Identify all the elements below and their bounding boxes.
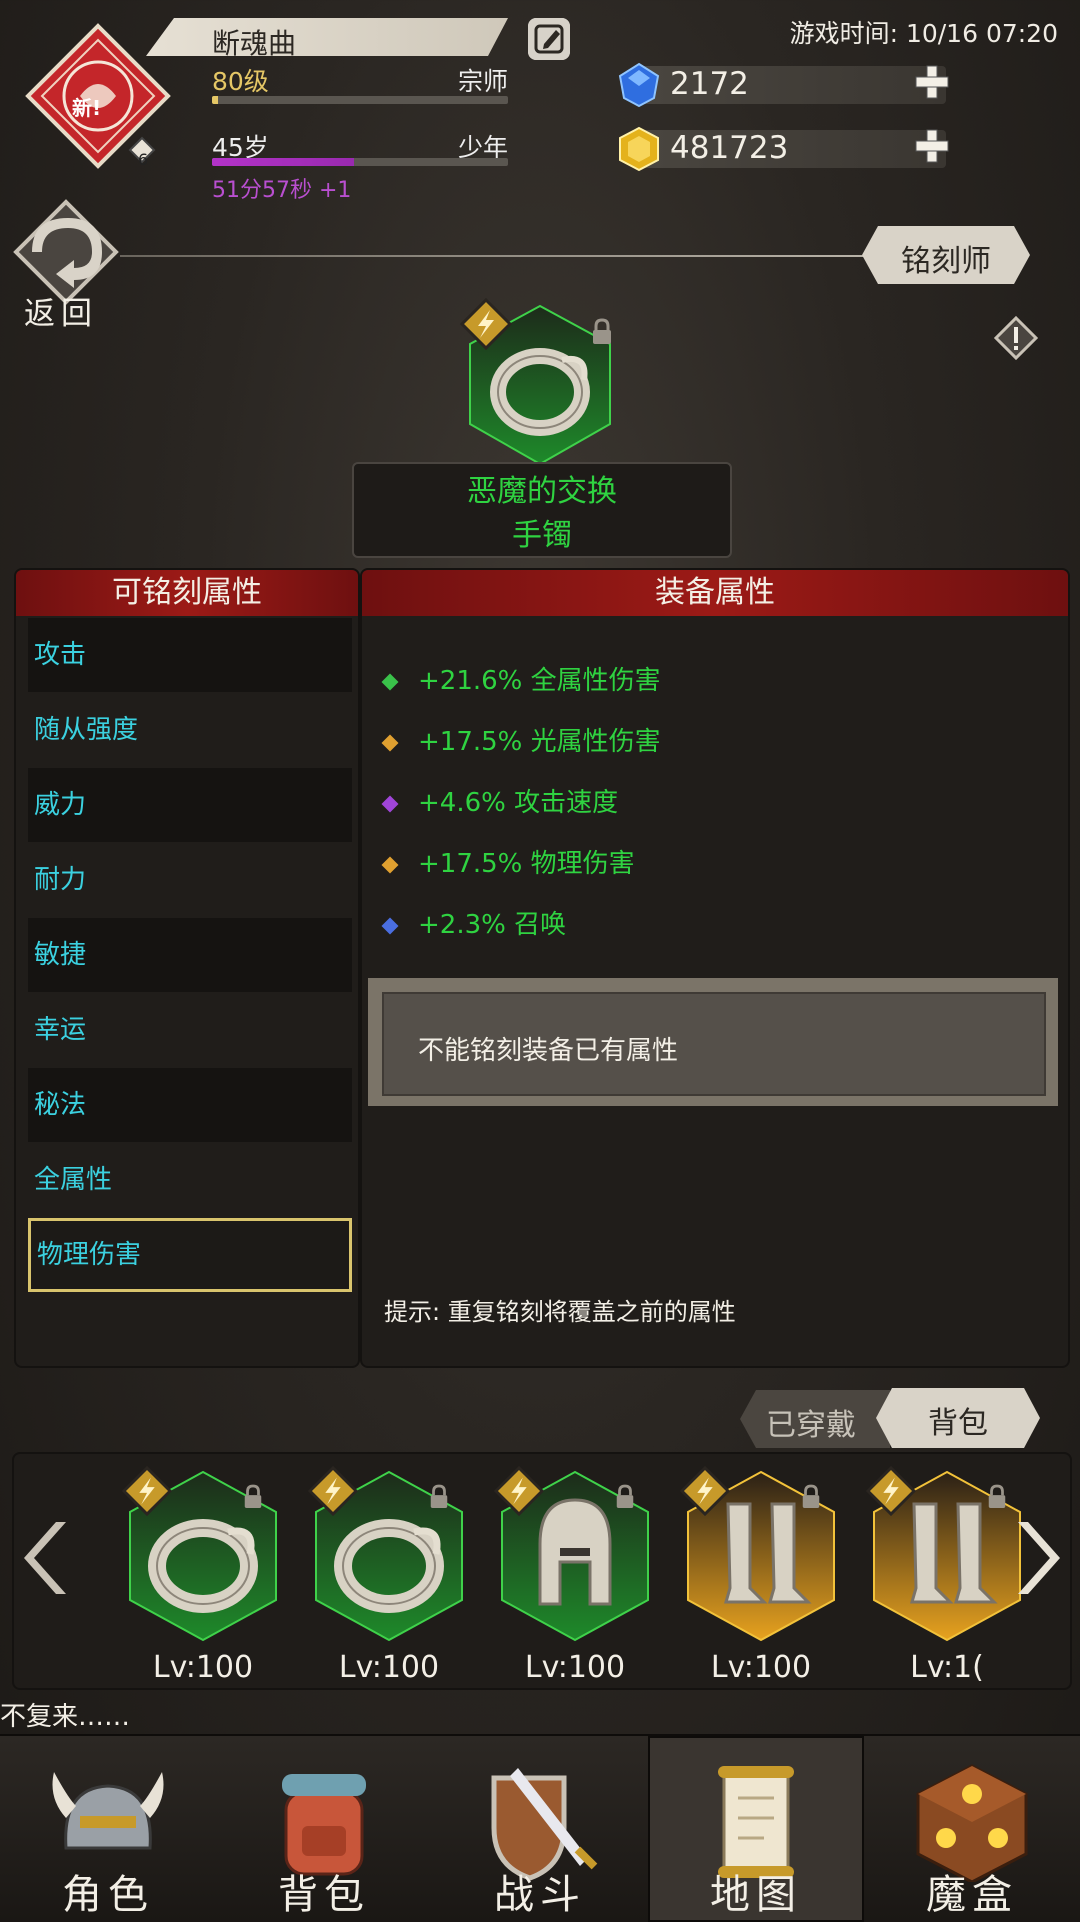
inventory-slot[interactable]: Lv:100 [490,1464,660,1685]
inscribable-attributes-panel: 可铭刻属性 攻击 随从强度 威力 耐力 敏捷 幸运 秘法 全属性 物理伤害 [14,568,360,1368]
bottom-nav: 角色 背包 战斗 地图 魔盒 [0,1734,1080,1922]
lock-icon [616,1484,634,1508]
equipment-stat: +4.6% 攻击速度 [381,782,619,819]
edit-name-icon[interactable] [528,18,570,60]
item-level: Lv:1( [910,1650,984,1685]
level-row: 80级 宗师 [212,62,508,98]
hint-text: 提示: 重复铭刻将覆盖之前的属性 [384,1298,736,1326]
title-divider [120,255,870,257]
scroll-right-icon[interactable] [1010,1518,1064,1598]
nav-label: 角色 [62,1872,154,1918]
page-title: 铭刻师 [901,244,991,279]
emblem-count: 6 [138,150,149,169]
stat-text: +21.6% 全属性伤害 [418,666,661,696]
back-label[interactable]: 返回 [24,288,98,333]
tab-bag-label[interactable]: 背包 [876,1398,1040,1442]
equipment-stat: +17.5% 光属性伤害 [381,721,661,758]
lock-icon [988,1484,1006,1508]
lightning-rune-icon [866,1466,916,1516]
attribute-item[interactable]: 随从强度 [28,693,352,767]
info-icon[interactable] [994,316,1038,360]
equipment-stat: +17.5% 物理伤害 [381,843,635,880]
inventory-slot[interactable]: Lv:100 [676,1464,846,1685]
attribute-item[interactable]: 秘法 [28,1068,352,1142]
item-name: 恶魔的交换 [467,474,617,509]
lightning-rune-icon [460,298,512,350]
stat-gem-icon [381,795,399,812]
stat-text: +17.5% 物理伤害 [418,849,635,879]
nav-item[interactable]: 角色 [0,1736,216,1922]
item-level: Lv:100 [524,1650,626,1685]
player-rank: 宗师 [457,67,508,96]
equipment-stat: +2.3% 召唤 [381,904,567,941]
blue-gem-icon [618,62,660,108]
nav-label: 地图 [710,1872,802,1918]
stat-text: +17.5% 光属性伤害 [418,727,661,757]
marquee-text: 不复来…… [0,1702,131,1732]
attribute-item[interactable]: 敏捷 [28,918,352,992]
attribute-item[interactable]: 攻击 [28,618,352,692]
lock-icon [802,1484,820,1508]
item-level: Lv:100 [152,1650,254,1685]
tab-worn-label[interactable]: 已穿戴 [766,1400,856,1444]
inventory-strip[interactable]: Lv:1( Lv:100 Lv:100 Lv:100 Lv:100 [12,1452,1072,1690]
inventory-slot[interactable]: Lv:100 [118,1464,288,1685]
item-level: Lv:100 [338,1650,440,1685]
stat-gem-icon [381,673,399,690]
lightning-rune-icon [122,1466,172,1516]
lock-icon [430,1484,448,1508]
inscribable-attributes-title: 可铭刻属性 [16,570,358,616]
inventory-slot[interactable]: Lv:1( [862,1464,1032,1685]
notice-text: 不能铭刻装备已有属性 [418,1036,679,1066]
equipment-attributes-title: 装备属性 [362,570,1068,616]
lock-icon [593,318,611,344]
nav-item[interactable]: 魔盒 [864,1736,1080,1922]
add-gold-gem-icon[interactable] [914,128,950,164]
attribute-item[interactable]: 全属性 [28,1143,352,1217]
name-plate [146,18,508,56]
nav-label: 背包 [278,1872,370,1918]
player-name: 断魂曲 [212,27,297,60]
stat-text: +4.6% 攻击速度 [418,788,619,818]
lightning-rune-icon [494,1466,544,1516]
equipment-stat: +21.6% 全属性伤害 [381,660,661,697]
stat-gem-icon [381,856,399,873]
attribute-item[interactable]: 幸运 [28,993,352,1067]
level-progress-bar [212,96,508,104]
lightning-rune-icon [680,1466,730,1516]
item-level: Lv:100 [710,1650,812,1685]
attribute-item[interactable]: 物理伤害 [28,1218,352,1292]
stat-text: +2.3% 召唤 [418,910,567,940]
attribute-item[interactable]: 威力 [28,768,352,842]
new-badge: 新! [72,96,102,120]
lock-icon [244,1484,262,1508]
nav-item[interactable]: 背包 [216,1736,432,1922]
nav-label: 战斗 [494,1872,586,1918]
age-timer: 51分57秒 +1 [212,178,352,203]
player-level: 80级 [212,67,269,96]
stat-gem-icon [381,917,399,934]
inventory-slot[interactable]: Lv:100 [304,1464,474,1685]
item-type: 手镯 [512,518,572,553]
nav-item[interactable]: 战斗 [432,1736,648,1922]
gold-gem-icon [619,126,659,172]
attribute-item[interactable]: 耐力 [28,843,352,917]
age-progress-bar [212,158,508,166]
add-blue-gem-icon[interactable] [914,64,950,100]
gold-gem-count: 481723 [670,130,789,166]
nav-label: 魔盒 [926,1872,1018,1918]
blue-gem-count: 2172 [670,66,749,102]
attribute-list: 攻击 随从强度 威力 耐力 敏捷 幸运 秘法 全属性 物理伤害 [28,618,352,1293]
game-time: 游戏时间: 10/16 07:20 [789,19,1058,48]
nav-item[interactable]: 地图 [648,1736,864,1922]
stat-gem-icon [381,734,399,751]
lightning-rune-icon [308,1466,358,1516]
scroll-left-icon[interactable] [20,1518,74,1598]
